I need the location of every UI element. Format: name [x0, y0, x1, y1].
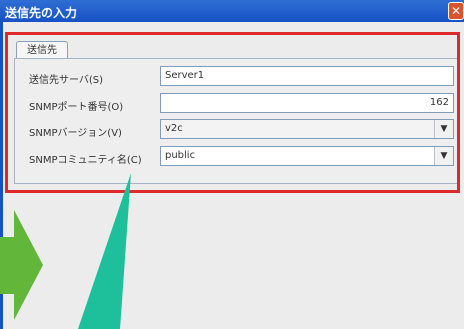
callout-pointer-icon [78, 173, 131, 329]
